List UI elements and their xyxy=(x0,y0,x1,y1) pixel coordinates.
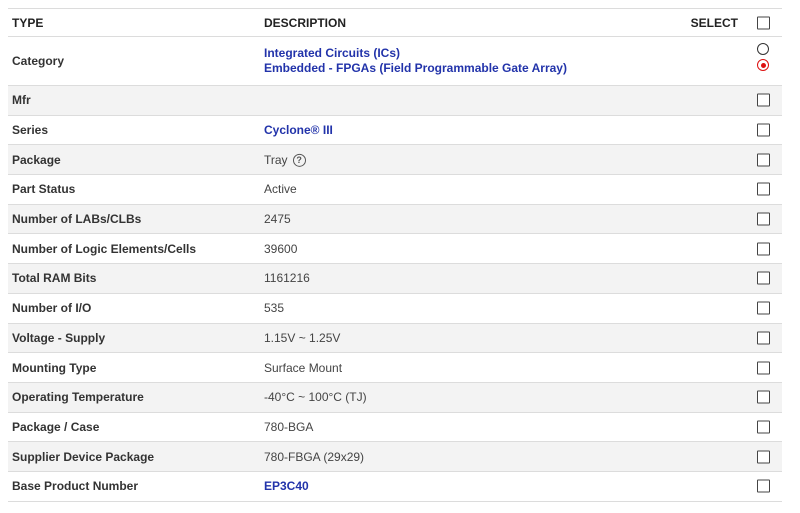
category-link-ics[interactable]: Integrated Circuits (ICs) xyxy=(264,46,567,61)
description-column-header: DESCRIPTION xyxy=(264,15,347,30)
attribute-value: -40°C ~ 100°C (TJ) xyxy=(264,390,367,404)
category-radio-fpgas[interactable] xyxy=(757,59,769,71)
table-row: Total RAM Bits 1161216 xyxy=(8,264,782,294)
attribute-value: 39600 xyxy=(264,242,297,256)
attribute-type: Mounting Type xyxy=(12,360,97,375)
select-checkbox[interactable] xyxy=(757,242,770,256)
select-all-checkbox[interactable] xyxy=(757,16,770,29)
category-label: Category xyxy=(12,54,65,68)
select-checkbox[interactable] xyxy=(757,390,770,404)
table-header: TYPE DESCRIPTION SELECT xyxy=(8,8,782,37)
table-row: Number of Logic Elements/Cells 39600 xyxy=(8,234,782,265)
attribute-type: Supplier Device Package xyxy=(12,449,155,464)
select-checkbox[interactable] xyxy=(757,123,770,137)
table-row: Supplier Device Package 780-FBGA (29x29) xyxy=(8,442,782,472)
attribute-type: Package / Case xyxy=(12,419,100,434)
attribute-value-text[interactable]: EP3C40 xyxy=(264,479,309,493)
category-radio-group xyxy=(757,43,771,75)
select-checkbox[interactable] xyxy=(757,182,770,196)
attribute-value-text: 780-BGA xyxy=(264,419,314,434)
attribute-value: 2475 xyxy=(264,212,291,226)
attribute-value: Active xyxy=(264,182,297,196)
attribute-value: 780-FBGA (29x29) xyxy=(264,450,364,464)
attribute-type: Total RAM Bits xyxy=(12,271,97,286)
attribute-value[interactable]: Cyclone® III xyxy=(264,123,333,137)
attribute-type: Mfr xyxy=(12,93,31,108)
select-checkbox[interactable] xyxy=(757,93,770,107)
category-row: Category Integrated Circuits (ICs) Embed… xyxy=(8,37,782,86)
table-row: Voltage - Supply 1.15V ~ 1.25V xyxy=(8,323,782,354)
attribute-value-text: Surface Mount xyxy=(264,360,343,375)
attribute-value: 1161216 xyxy=(264,271,310,285)
select-checkbox[interactable] xyxy=(757,212,770,226)
attribute-value-text[interactable]: Cyclone® III xyxy=(264,123,333,137)
table-row: Mounting Type Surface Mount xyxy=(8,353,782,383)
select-checkbox[interactable] xyxy=(757,450,770,464)
attribute-value[interactable]: EP3C40 xyxy=(264,479,309,493)
select-column-header: SELECT xyxy=(690,15,738,30)
table-row: Mfr xyxy=(8,86,782,116)
attribute-type: Number of LABs/CLBs xyxy=(12,212,142,227)
attribute-value-text: Tray xyxy=(264,152,288,167)
attribute-type: Operating Temperature xyxy=(12,390,144,405)
attribute-value: 1.15V ~ 1.25V xyxy=(264,331,340,345)
attribute-type: Number of Logic Elements/Cells xyxy=(12,241,197,256)
select-checkbox[interactable] xyxy=(757,479,770,493)
attribute-value-text: 39600 xyxy=(264,241,298,256)
question-circle-icon[interactable]: ? xyxy=(292,153,306,167)
table-row: Part Status Active xyxy=(8,175,782,205)
category-link-fpgas[interactable]: Embedded - FPGAs (Field Programmable Gat… xyxy=(264,61,567,76)
attribute-value-text: 1.15V ~ 1.25V xyxy=(264,330,341,345)
attribute-value: 535 xyxy=(264,301,284,315)
attribute-value: Tray? xyxy=(264,153,306,167)
table-row: Package / Case 780-BGA xyxy=(8,413,782,443)
table-row: Number of LABs/CLBs 2475 xyxy=(8,204,782,235)
select-checkbox[interactable] xyxy=(757,301,770,315)
attribute-type: Voltage - Supply xyxy=(12,330,106,345)
product-attributes-table: TYPE DESCRIPTION SELECT Category Integra… xyxy=(8,8,782,502)
table-row: Base Product Number EP3C40 xyxy=(8,472,782,502)
attribute-type: Base Product Number xyxy=(12,479,139,494)
attribute-value-text: 1161216 xyxy=(264,271,310,286)
attribute-type: Number of I/O xyxy=(12,301,92,316)
select-checkbox[interactable] xyxy=(757,361,770,375)
table-row: Series Cyclone® III xyxy=(8,116,782,146)
attribute-value: Surface Mount xyxy=(264,361,342,375)
attribute-value: 780-BGA xyxy=(264,420,313,434)
attribute-value-text: 2475 xyxy=(264,212,291,227)
select-checkbox[interactable] xyxy=(757,331,770,345)
attribute-type: Package xyxy=(12,152,61,167)
select-checkbox[interactable] xyxy=(757,271,770,285)
attribute-type: Part Status xyxy=(12,182,76,197)
table-row: Package Tray? xyxy=(8,145,782,176)
table-row: Operating Temperature -40°C ~ 100°C (TJ) xyxy=(8,382,782,413)
attribute-value-text: -40°C ~ 100°C (TJ) xyxy=(264,390,367,405)
category-radio-ics[interactable] xyxy=(757,43,769,55)
attribute-value-text: 535 xyxy=(264,301,285,316)
category-values: Integrated Circuits (ICs) Embedded - FPG… xyxy=(264,46,567,76)
attribute-type: Series xyxy=(12,123,49,138)
attribute-value-text: 780-FBGA (29x29) xyxy=(264,449,365,464)
select-checkbox[interactable] xyxy=(757,420,770,434)
table-row: Number of I/O 535 xyxy=(8,294,782,324)
type-column-header: TYPE xyxy=(12,15,44,30)
attribute-value-text: Active xyxy=(264,182,297,197)
select-checkbox[interactable] xyxy=(757,153,770,167)
